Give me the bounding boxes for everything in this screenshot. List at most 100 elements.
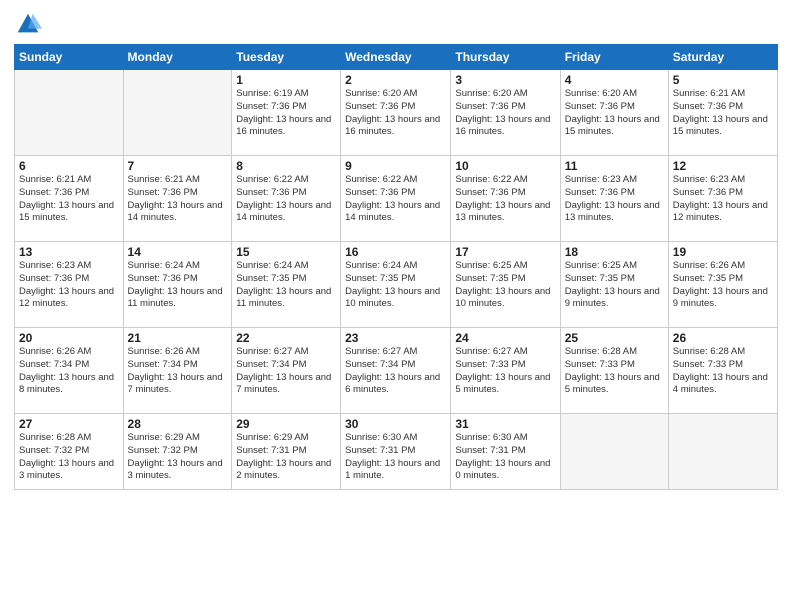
day-info: Sunrise: 6:23 AM Sunset: 7:36 PM Dayligh… — [673, 174, 773, 225]
header — [14, 10, 778, 38]
calendar-header-wednesday: Wednesday — [341, 45, 451, 70]
day-info: Sunrise: 6:22 AM Sunset: 7:36 PM Dayligh… — [455, 174, 555, 225]
day-info: Sunrise: 6:27 AM Sunset: 7:34 PM Dayligh… — [345, 346, 446, 397]
calendar-cell-25: 25Sunrise: 6:28 AM Sunset: 7:33 PM Dayli… — [560, 328, 668, 414]
calendar-cell-26: 26Sunrise: 6:28 AM Sunset: 7:33 PM Dayli… — [668, 328, 777, 414]
day-number: 31 — [455, 417, 555, 431]
day-number: 3 — [455, 73, 555, 87]
calendar-cell-16: 16Sunrise: 6:24 AM Sunset: 7:35 PM Dayli… — [341, 242, 451, 328]
calendar-cell-1: 1Sunrise: 6:19 AM Sunset: 7:36 PM Daylig… — [232, 70, 341, 156]
logo-icon — [14, 10, 42, 38]
calendar-header-monday: Monday — [123, 45, 232, 70]
calendar-header-thursday: Thursday — [451, 45, 560, 70]
day-info: Sunrise: 6:24 AM Sunset: 7:36 PM Dayligh… — [128, 260, 228, 311]
day-info: Sunrise: 6:29 AM Sunset: 7:32 PM Dayligh… — [128, 432, 228, 483]
calendar-cell-4: 4Sunrise: 6:20 AM Sunset: 7:36 PM Daylig… — [560, 70, 668, 156]
day-info: Sunrise: 6:27 AM Sunset: 7:34 PM Dayligh… — [236, 346, 336, 397]
calendar-header-row: SundayMondayTuesdayWednesdayThursdayFrid… — [15, 45, 778, 70]
day-info: Sunrise: 6:29 AM Sunset: 7:31 PM Dayligh… — [236, 432, 336, 483]
calendar-cell-28: 28Sunrise: 6:29 AM Sunset: 7:32 PM Dayli… — [123, 414, 232, 490]
day-info: Sunrise: 6:30 AM Sunset: 7:31 PM Dayligh… — [345, 432, 446, 483]
day-info: Sunrise: 6:21 AM Sunset: 7:36 PM Dayligh… — [128, 174, 228, 225]
calendar-cell-17: 17Sunrise: 6:25 AM Sunset: 7:35 PM Dayli… — [451, 242, 560, 328]
day-number: 13 — [19, 245, 119, 259]
day-info: Sunrise: 6:23 AM Sunset: 7:36 PM Dayligh… — [19, 260, 119, 311]
calendar-cell-8: 8Sunrise: 6:22 AM Sunset: 7:36 PM Daylig… — [232, 156, 341, 242]
calendar-cell-31: 31Sunrise: 6:30 AM Sunset: 7:31 PM Dayli… — [451, 414, 560, 490]
calendar-cell-23: 23Sunrise: 6:27 AM Sunset: 7:34 PM Dayli… — [341, 328, 451, 414]
day-info: Sunrise: 6:26 AM Sunset: 7:35 PM Dayligh… — [673, 260, 773, 311]
calendar-week-1: 1Sunrise: 6:19 AM Sunset: 7:36 PM Daylig… — [15, 70, 778, 156]
day-info: Sunrise: 6:25 AM Sunset: 7:35 PM Dayligh… — [565, 260, 664, 311]
calendar-cell-29: 29Sunrise: 6:29 AM Sunset: 7:31 PM Dayli… — [232, 414, 341, 490]
day-number: 29 — [236, 417, 336, 431]
page: SundayMondayTuesdayWednesdayThursdayFrid… — [0, 0, 792, 612]
calendar-cell-empty — [123, 70, 232, 156]
calendar-cell-18: 18Sunrise: 6:25 AM Sunset: 7:35 PM Dayli… — [560, 242, 668, 328]
calendar-cell-2: 2Sunrise: 6:20 AM Sunset: 7:36 PM Daylig… — [341, 70, 451, 156]
day-number: 10 — [455, 159, 555, 173]
calendar-week-5: 27Sunrise: 6:28 AM Sunset: 7:32 PM Dayli… — [15, 414, 778, 490]
day-number: 19 — [673, 245, 773, 259]
day-number: 9 — [345, 159, 446, 173]
calendar-cell-3: 3Sunrise: 6:20 AM Sunset: 7:36 PM Daylig… — [451, 70, 560, 156]
day-number: 8 — [236, 159, 336, 173]
calendar-cell-24: 24Sunrise: 6:27 AM Sunset: 7:33 PM Dayli… — [451, 328, 560, 414]
calendar-cell-6: 6Sunrise: 6:21 AM Sunset: 7:36 PM Daylig… — [15, 156, 124, 242]
day-number: 14 — [128, 245, 228, 259]
calendar-cell-11: 11Sunrise: 6:23 AM Sunset: 7:36 PM Dayli… — [560, 156, 668, 242]
day-info: Sunrise: 6:20 AM Sunset: 7:36 PM Dayligh… — [565, 88, 664, 139]
day-number: 17 — [455, 245, 555, 259]
day-number: 21 — [128, 331, 228, 345]
day-info: Sunrise: 6:20 AM Sunset: 7:36 PM Dayligh… — [455, 88, 555, 139]
calendar-week-2: 6Sunrise: 6:21 AM Sunset: 7:36 PM Daylig… — [15, 156, 778, 242]
day-info: Sunrise: 6:22 AM Sunset: 7:36 PM Dayligh… — [345, 174, 446, 225]
calendar-cell-22: 22Sunrise: 6:27 AM Sunset: 7:34 PM Dayli… — [232, 328, 341, 414]
day-number: 25 — [565, 331, 664, 345]
day-number: 27 — [19, 417, 119, 431]
calendar-cell-30: 30Sunrise: 6:30 AM Sunset: 7:31 PM Dayli… — [341, 414, 451, 490]
day-number: 5 — [673, 73, 773, 87]
day-info: Sunrise: 6:24 AM Sunset: 7:35 PM Dayligh… — [345, 260, 446, 311]
day-number: 11 — [565, 159, 664, 173]
day-info: Sunrise: 6:24 AM Sunset: 7:35 PM Dayligh… — [236, 260, 336, 311]
calendar-cell-21: 21Sunrise: 6:26 AM Sunset: 7:34 PM Dayli… — [123, 328, 232, 414]
day-number: 1 — [236, 73, 336, 87]
day-info: Sunrise: 6:26 AM Sunset: 7:34 PM Dayligh… — [128, 346, 228, 397]
calendar-cell-7: 7Sunrise: 6:21 AM Sunset: 7:36 PM Daylig… — [123, 156, 232, 242]
calendar-table: SundayMondayTuesdayWednesdayThursdayFrid… — [14, 44, 778, 490]
day-info: Sunrise: 6:25 AM Sunset: 7:35 PM Dayligh… — [455, 260, 555, 311]
calendar-cell-empty — [560, 414, 668, 490]
day-number: 18 — [565, 245, 664, 259]
day-info: Sunrise: 6:28 AM Sunset: 7:32 PM Dayligh… — [19, 432, 119, 483]
calendar-cell-12: 12Sunrise: 6:23 AM Sunset: 7:36 PM Dayli… — [668, 156, 777, 242]
day-number: 23 — [345, 331, 446, 345]
day-number: 24 — [455, 331, 555, 345]
day-number: 4 — [565, 73, 664, 87]
calendar-cell-19: 19Sunrise: 6:26 AM Sunset: 7:35 PM Dayli… — [668, 242, 777, 328]
calendar-cell-13: 13Sunrise: 6:23 AM Sunset: 7:36 PM Dayli… — [15, 242, 124, 328]
day-info: Sunrise: 6:28 AM Sunset: 7:33 PM Dayligh… — [565, 346, 664, 397]
day-info: Sunrise: 6:30 AM Sunset: 7:31 PM Dayligh… — [455, 432, 555, 483]
day-info: Sunrise: 6:28 AM Sunset: 7:33 PM Dayligh… — [673, 346, 773, 397]
day-info: Sunrise: 6:21 AM Sunset: 7:36 PM Dayligh… — [19, 174, 119, 225]
day-number: 16 — [345, 245, 446, 259]
day-info: Sunrise: 6:27 AM Sunset: 7:33 PM Dayligh… — [455, 346, 555, 397]
calendar-cell-empty — [668, 414, 777, 490]
calendar-cell-20: 20Sunrise: 6:26 AM Sunset: 7:34 PM Dayli… — [15, 328, 124, 414]
calendar-cell-10: 10Sunrise: 6:22 AM Sunset: 7:36 PM Dayli… — [451, 156, 560, 242]
calendar-week-3: 13Sunrise: 6:23 AM Sunset: 7:36 PM Dayli… — [15, 242, 778, 328]
calendar-cell-14: 14Sunrise: 6:24 AM Sunset: 7:36 PM Dayli… — [123, 242, 232, 328]
day-info: Sunrise: 6:22 AM Sunset: 7:36 PM Dayligh… — [236, 174, 336, 225]
calendar-cell-27: 27Sunrise: 6:28 AM Sunset: 7:32 PM Dayli… — [15, 414, 124, 490]
day-number: 2 — [345, 73, 446, 87]
day-info: Sunrise: 6:26 AM Sunset: 7:34 PM Dayligh… — [19, 346, 119, 397]
day-info: Sunrise: 6:20 AM Sunset: 7:36 PM Dayligh… — [345, 88, 446, 139]
day-info: Sunrise: 6:21 AM Sunset: 7:36 PM Dayligh… — [673, 88, 773, 139]
day-number: 30 — [345, 417, 446, 431]
day-number: 15 — [236, 245, 336, 259]
calendar-header-sunday: Sunday — [15, 45, 124, 70]
day-number: 12 — [673, 159, 773, 173]
logo — [14, 10, 46, 38]
calendar-week-4: 20Sunrise: 6:26 AM Sunset: 7:34 PM Dayli… — [15, 328, 778, 414]
